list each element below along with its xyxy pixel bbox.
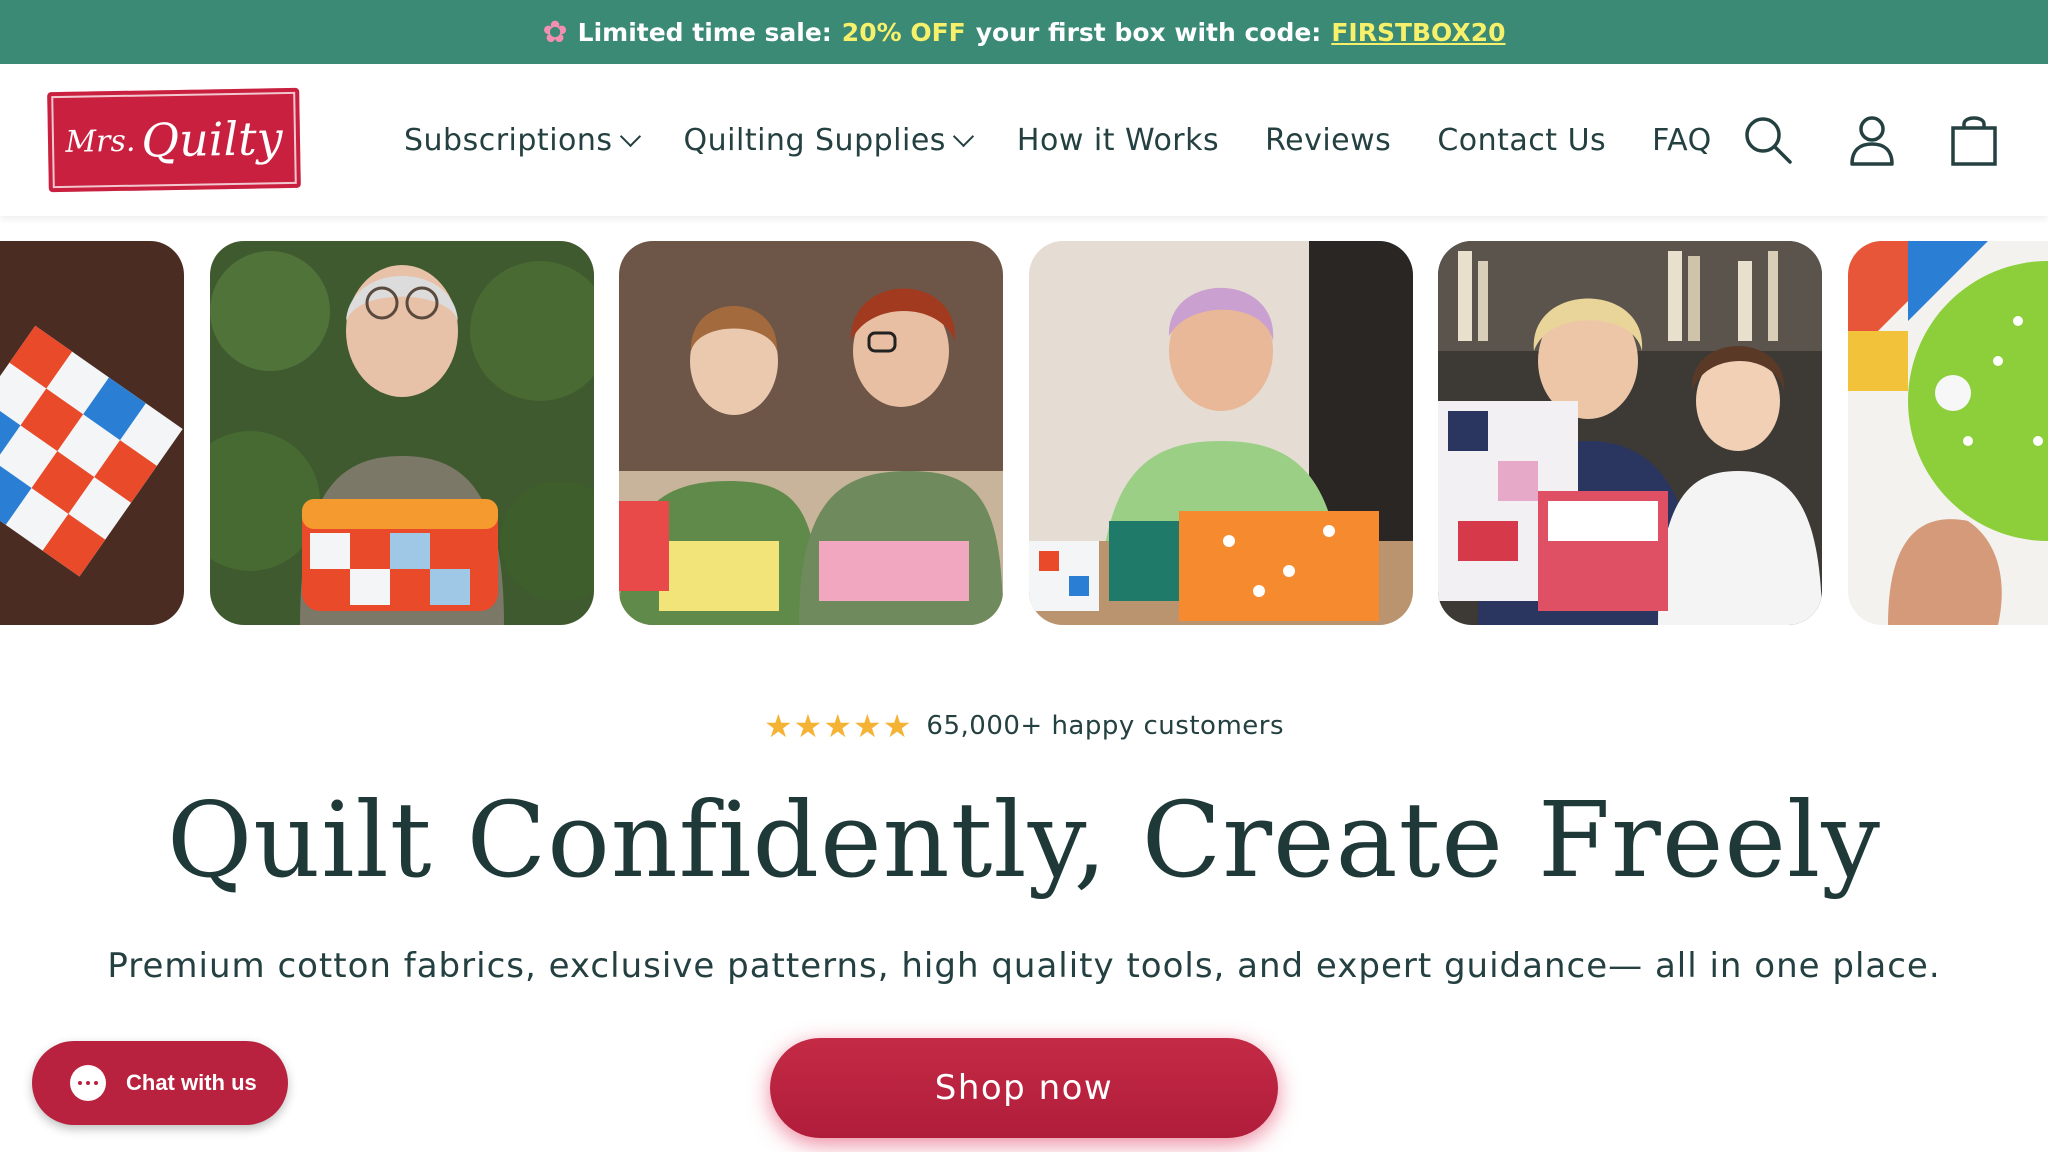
woman-cutting-fabric-image <box>1029 241 1413 625</box>
nav-how-it-works[interactable]: How it Works <box>1017 123 1219 158</box>
nav-reviews-label: Reviews <box>1265 122 1392 158</box>
star-icon: ★ <box>793 707 823 745</box>
logo-text-mrs: Mrs. <box>65 123 136 160</box>
main-nav: Subscriptions Quilting Supplies How it W… <box>404 64 1758 216</box>
carousel-slide-pincushion <box>1848 241 2048 625</box>
flower-icon: ✿ <box>542 14 568 50</box>
star-icon: ★ <box>882 707 912 745</box>
pincushion-image <box>1848 241 2048 625</box>
cart-icon[interactable] <box>1946 112 2002 168</box>
nav-contact-us[interactable]: Contact Us <box>1437 123 1606 158</box>
rating-text: 65,000+ happy customers <box>926 711 1284 741</box>
star-icon: ★ <box>763 707 793 745</box>
nav-faq[interactable]: FAQ <box>1652 123 1712 158</box>
chevron-down-icon <box>952 125 975 147</box>
star-icon: ★ <box>823 707 853 745</box>
brand-logo[interactable]: Mrs. Quilty <box>47 87 301 193</box>
carousel-slide-basket <box>210 241 594 625</box>
announcement-discount: 20% OFF <box>841 17 966 47</box>
carousel-slide-sewing <box>619 241 1003 625</box>
carousel-slide-family <box>1438 241 1822 625</box>
announcement-prefix: Limited time sale: <box>577 17 832 47</box>
shop-now-button[interactable]: Shop now <box>770 1038 1278 1138</box>
nav-quilting-supplies[interactable]: Quilting Supplies <box>683 122 975 158</box>
nav-faq-label: FAQ <box>1652 122 1712 158</box>
chat-label: Chat with us <box>126 1070 257 1095</box>
account-icon[interactable] <box>1844 112 1900 168</box>
woman-basket-image <box>210 241 594 625</box>
nav-contact-us-label: Contact Us <box>1437 122 1607 158</box>
announcement-bar: ✿ Limited time sale: 20% OFF your first … <box>0 0 2048 64</box>
hero-subheadline: Premium cotton fabrics, exclusive patter… <box>107 946 1941 986</box>
girl-woman-sewing-image <box>619 241 1003 625</box>
customer-rating: ★ ★ ★ ★ ★ 65,000+ happy customers <box>0 710 2048 742</box>
chevron-down-icon <box>619 125 641 147</box>
carousel-slide-pillow <box>0 241 184 625</box>
announcement-middle: your first box with code: <box>975 17 1322 47</box>
logo-text-quilty: Quilty <box>140 111 284 168</box>
nav-how-it-works-label: How it Works <box>1016 122 1220 158</box>
chat-bubble-icon <box>70 1065 106 1101</box>
search-icon[interactable] <box>1740 112 1796 168</box>
star-icon: ★ <box>853 707 882 745</box>
star-rating: ★ ★ ★ ★ ★ <box>764 710 912 742</box>
chat-widget-button[interactable]: Chat with us <box>32 1041 288 1125</box>
hero-headline: Quilt Confidently, Create Freely <box>167 779 1881 901</box>
carousel-slide-cutting <box>1029 241 1413 625</box>
nav-subscriptions-label: Subscriptions <box>404 122 613 158</box>
nav-subscriptions[interactable]: Subscriptions <box>404 122 641 158</box>
grandmother-granddaughter-image <box>1438 241 1822 625</box>
nav-reviews[interactable]: Reviews <box>1265 123 1391 158</box>
nav-quilting-supplies-label: Quilting Supplies <box>683 122 946 158</box>
site-header: Mrs. Quilty Subscriptions Quilting Suppl… <box>0 64 2048 216</box>
image-carousel[interactable] <box>0 240 2048 626</box>
patchwork-pillow-image <box>0 241 184 625</box>
promo-code-link[interactable]: FIRSTBOX20 <box>1331 18 1505 47</box>
